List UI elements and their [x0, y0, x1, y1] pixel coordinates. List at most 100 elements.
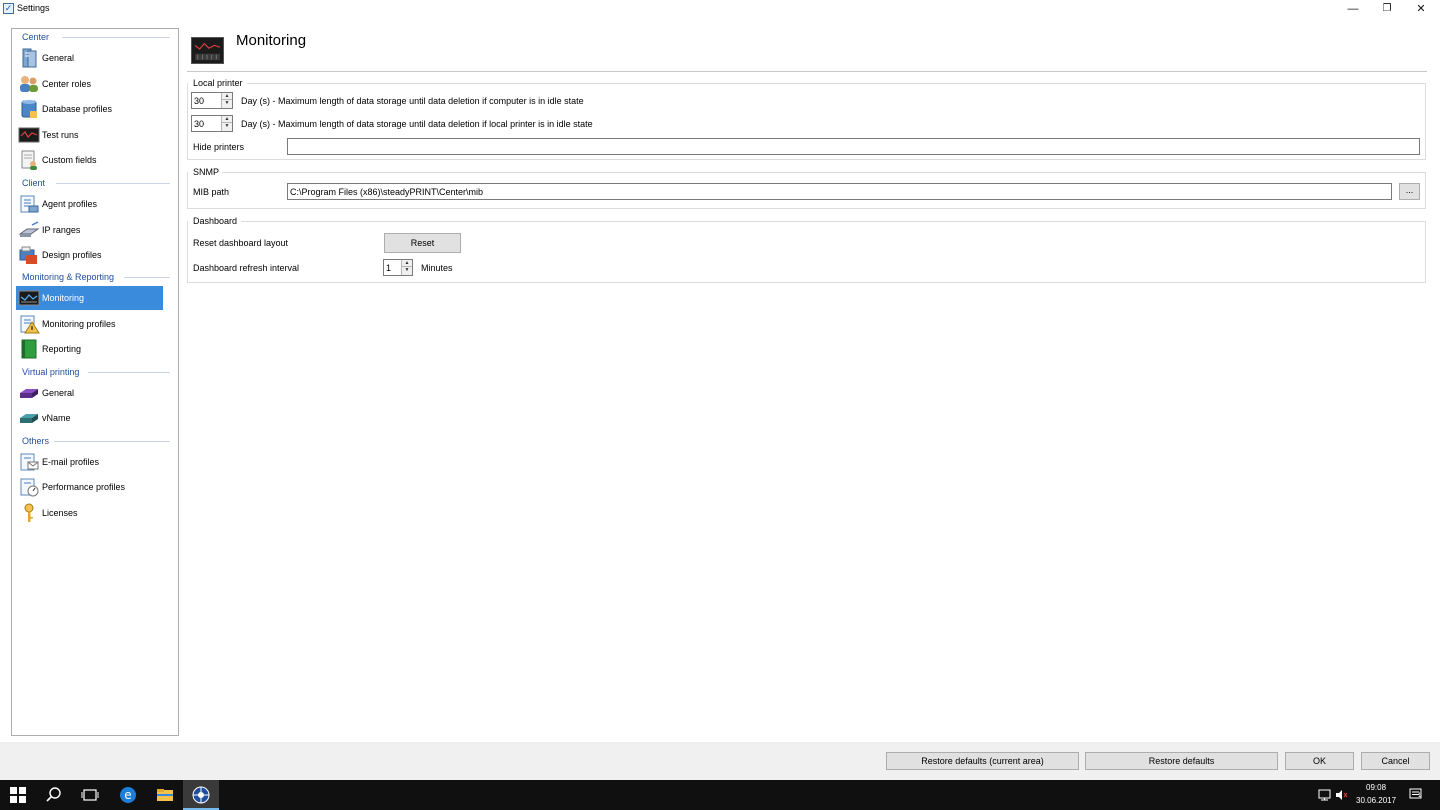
- sidebar-item-label: Performance profiles: [42, 482, 126, 492]
- sidebar-item-reporting[interactable]: Reporting: [16, 337, 164, 361]
- document-user-icon: [21, 150, 37, 170]
- performance-icon: [20, 478, 39, 497]
- restore-defaults-current-button[interactable]: Restore defaults (current area): [886, 752, 1079, 770]
- agent-list-icon: [20, 195, 39, 213]
- close-button[interactable]: ✕: [1404, 0, 1438, 18]
- stepper-arrows: ▲ ▼: [221, 116, 232, 131]
- monitor-icon: [18, 127, 40, 143]
- database-icon: [21, 100, 37, 118]
- group-divider: [62, 37, 170, 38]
- cancel-button[interactable]: Cancel: [1361, 752, 1430, 770]
- clock-date[interactable]: 30.06.2017: [1356, 796, 1396, 805]
- group-header-virtual-printing: Virtual printing: [22, 367, 80, 377]
- input-value: C:\Program Files (x86)\steadyPRINT\Cente…: [290, 187, 484, 197]
- taskbar-search-button[interactable]: [36, 780, 72, 810]
- email-list-icon: [20, 453, 39, 471]
- virtual-name-icon: [20, 414, 38, 423]
- page-title: Monitoring: [236, 32, 307, 49]
- minimize-button[interactable]: —: [1336, 0, 1370, 18]
- start-button[interactable]: [0, 780, 36, 810]
- sidebar-item-label: Design profiles: [42, 250, 102, 260]
- computer-idle-label: Day (s) - Maximum length of data storage…: [241, 96, 584, 106]
- stepper-arrows: ▲ ▼: [401, 260, 412, 275]
- network-tray-icon[interactable]: [1318, 789, 1331, 801]
- refresh-interval-stepper[interactable]: 1 ▲ ▼: [383, 259, 413, 276]
- stepper-arrows: ▲ ▼: [221, 93, 232, 108]
- search-icon: [46, 787, 61, 802]
- sidebar-item-test-runs[interactable]: Test runs: [16, 123, 164, 147]
- dialog-footer: Restore defaults (current area) Restore …: [0, 742, 1440, 780]
- taskbar-explorer-button[interactable]: [147, 780, 183, 810]
- sidebar-item-label: General: [42, 53, 75, 63]
- group-header-others: Others: [22, 436, 50, 446]
- sidebar-item-custom-fields[interactable]: Custom fields: [16, 148, 164, 172]
- restore-defaults-button[interactable]: Restore defaults: [1085, 752, 1278, 770]
- taskbar: e 09:08 30.06.2017 1: [0, 780, 1440, 810]
- windows-logo-icon: [10, 787, 26, 803]
- browse-mib-button[interactable]: ...: [1399, 183, 1420, 200]
- sidebar-item-label: Monitoring profiles: [42, 319, 116, 329]
- sidebar-item-vname[interactable]: vName: [16, 406, 164, 430]
- dashboard-section: [187, 221, 1426, 283]
- taskbar-edge-button[interactable]: e: [110, 780, 146, 810]
- printer-idle-days-stepper[interactable]: 30 ▲ ▼: [191, 115, 233, 132]
- sidebar-item-center-general[interactable]: General: [16, 46, 164, 70]
- group-divider: [124, 277, 170, 278]
- stepper-down-icon[interactable]: ▼: [402, 267, 412, 274]
- virtual-printer-icon: [20, 389, 38, 398]
- restore-button[interactable]: ❐: [1370, 0, 1404, 18]
- design-icon: [19, 246, 37, 264]
- network-icon: [18, 221, 40, 237]
- sidebar-item-center-roles[interactable]: Center roles: [16, 72, 164, 96]
- group-divider: [88, 372, 170, 373]
- steadyprint-app-icon: [192, 786, 210, 804]
- ok-button[interactable]: OK: [1285, 752, 1354, 770]
- mib-path-label: MIB path: [193, 187, 230, 197]
- hide-printers-input[interactable]: [287, 138, 1420, 155]
- sidebar-item-agent-profiles[interactable]: Agent profiles: [16, 192, 164, 216]
- group-header-center: Center: [22, 32, 50, 42]
- sidebar-item-virtual-general[interactable]: General: [16, 381, 164, 405]
- sidebar-item-label: Reporting: [42, 344, 82, 354]
- task-view-button[interactable]: [72, 780, 108, 810]
- volume-muted-icon[interactable]: [1335, 789, 1348, 801]
- warning-list-icon: [20, 315, 40, 334]
- stepper-up-icon[interactable]: ▲: [222, 93, 232, 100]
- clock-time[interactable]: 09:08: [1366, 783, 1386, 792]
- taskbar-steadyprint-button[interactable]: [183, 780, 219, 810]
- book-icon: [21, 339, 37, 359]
- printer-idle-label: Day (s) - Maximum length of data storage…: [241, 119, 593, 129]
- sidebar-item-ip-ranges[interactable]: IP ranges: [16, 218, 164, 242]
- svg-text:e: e: [124, 788, 131, 802]
- stepper-up-icon[interactable]: ▲: [402, 260, 412, 267]
- stepper-value: 1: [386, 263, 392, 273]
- sidebar-item-label: IP ranges: [42, 225, 81, 235]
- sidebar-item-email-profiles[interactable]: E-mail profiles: [16, 450, 164, 474]
- group-divider: [54, 441, 170, 442]
- mib-path-input[interactable]: C:\Program Files (x86)\steadyPRINT\Cente…: [287, 183, 1392, 200]
- sidebar-item-monitoring[interactable]: Monitoring: [16, 286, 163, 310]
- refresh-unit-label: Minutes: [421, 263, 453, 273]
- key-icon: [24, 503, 34, 522]
- sidebar-item-design-profiles[interactable]: Design profiles: [16, 243, 164, 267]
- stepper-value: 30: [194, 96, 205, 106]
- group-header-client: Client: [22, 178, 46, 188]
- sidebar-item-label: Custom fields: [42, 155, 97, 165]
- sidebar-item-label: Database profiles: [42, 104, 113, 114]
- group-divider: [56, 183, 170, 184]
- reset-dashboard-button[interactable]: Reset: [384, 233, 461, 253]
- users-icon: [20, 76, 38, 92]
- stepper-down-icon[interactable]: ▼: [222, 100, 232, 107]
- monitoring-chart-icon: [18, 290, 40, 306]
- sidebar-item-performance-profiles[interactable]: Performance profiles: [16, 475, 164, 499]
- stepper-down-icon[interactable]: ▼: [222, 123, 232, 130]
- sidebar-item-database-profiles[interactable]: Database profiles: [16, 97, 164, 121]
- action-center-button[interactable]: 1: [1409, 788, 1423, 801]
- sidebar-item-licenses[interactable]: Licenses: [16, 501, 164, 525]
- stepper-up-icon[interactable]: ▲: [222, 116, 232, 123]
- task-view-icon: [81, 789, 99, 801]
- computer-idle-days-stepper[interactable]: 30 ▲ ▼: [191, 92, 233, 109]
- group-header-monitoring-reporting: Monitoring & Reporting: [22, 272, 115, 282]
- settings-app-icon: ✓: [3, 3, 14, 14]
- sidebar-item-monitoring-profiles[interactable]: Monitoring profiles: [16, 312, 164, 336]
